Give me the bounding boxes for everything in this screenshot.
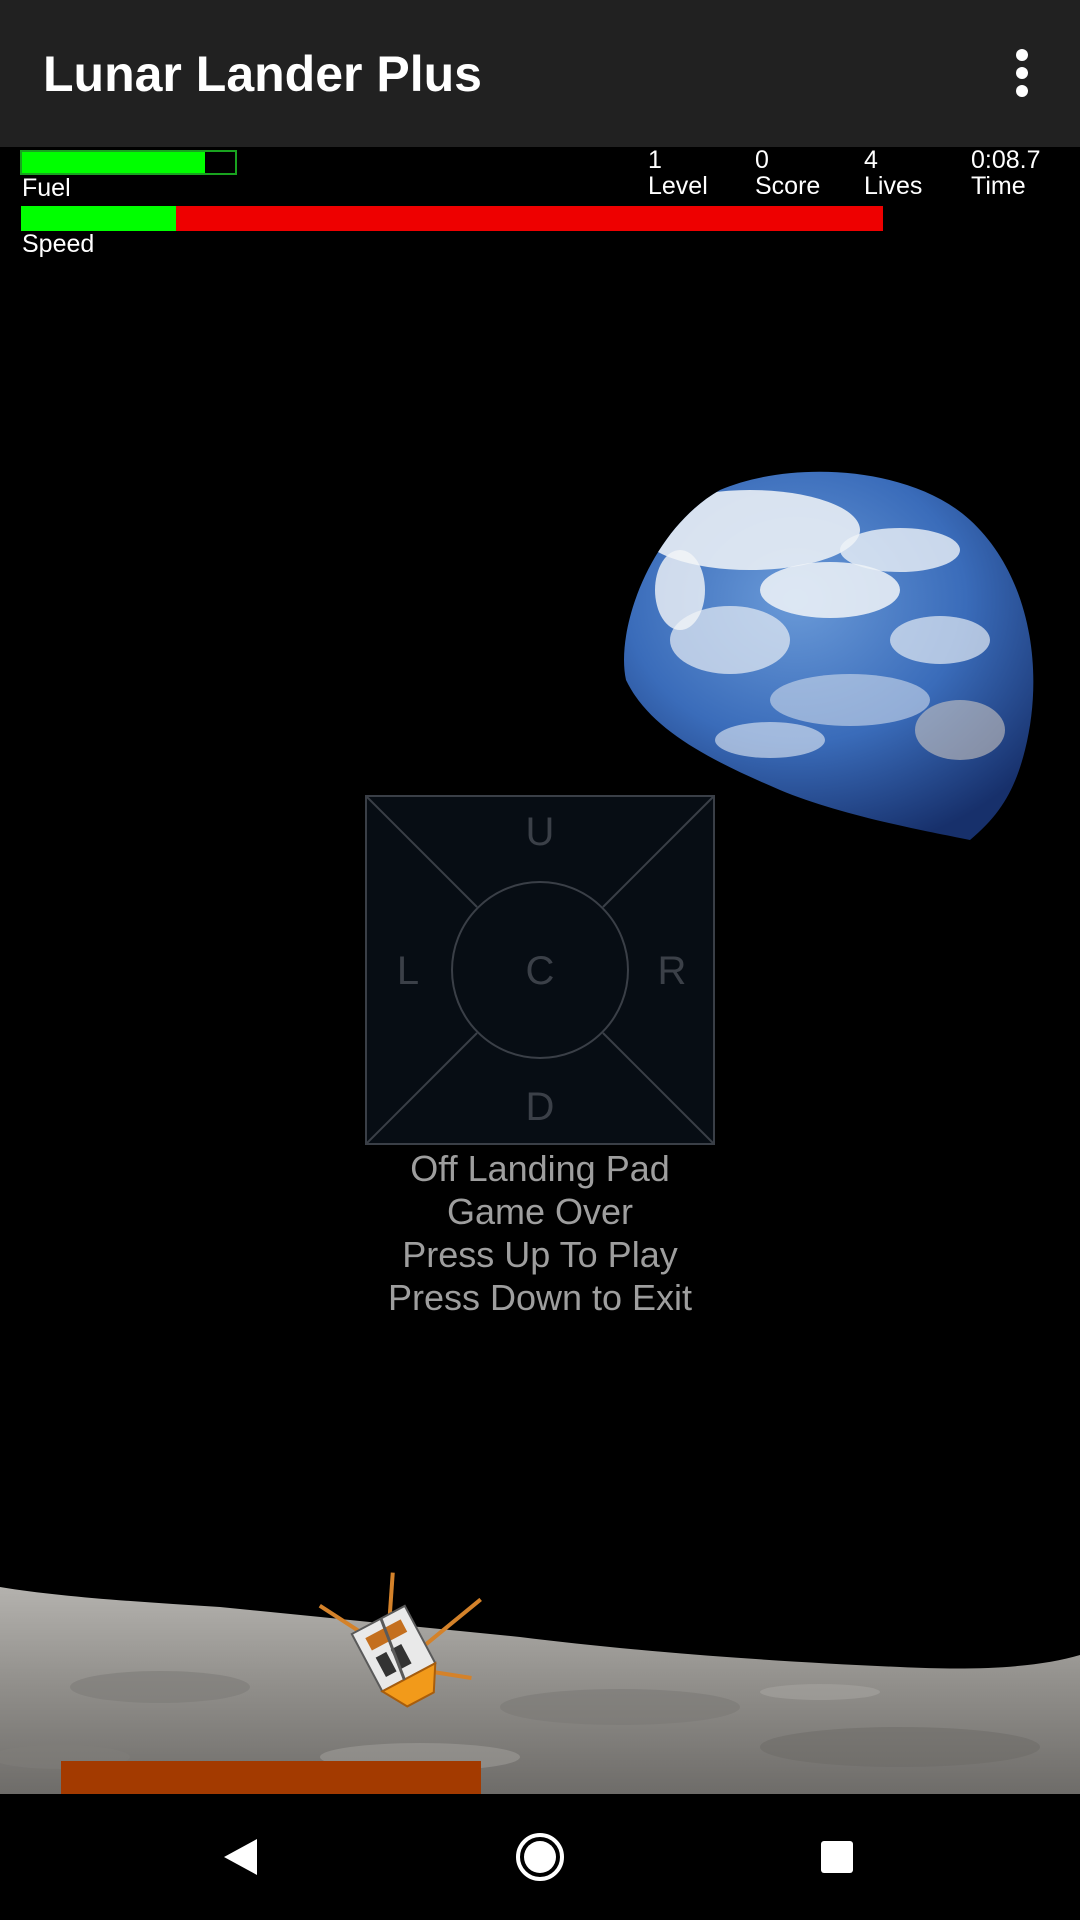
lunar-lander-screen: Lunar Lander Plus Fuel Speed 1 Level 0 S: [0, 0, 1080, 1920]
dpad-left-label: L: [397, 949, 419, 993]
stat-score-label: Score: [755, 172, 821, 200]
stat-time: 0:08.7 Time: [971, 147, 1041, 199]
stat-lives: 4 Lives: [864, 147, 922, 199]
recents-square-icon: [821, 1841, 853, 1873]
lander-sprite: [318, 1572, 482, 1708]
stat-level: 1 Level: [648, 147, 708, 199]
speed-gauge-fill: [21, 206, 177, 231]
game-messages: Off Landing Pad Game Over Press Up To Pl…: [340, 1147, 740, 1319]
message-play-hint: Press Up To Play: [402, 1234, 678, 1275]
fuel-gauge: [20, 150, 237, 175]
fuel-gauge-fill: [22, 152, 206, 173]
app-bar: Lunar Lander Plus: [0, 0, 1080, 147]
nav-recents-button[interactable]: [802, 1822, 872, 1892]
dpad-down-label: D: [526, 1085, 555, 1129]
fuel-label: Fuel: [22, 174, 71, 202]
moon-surface: [0, 1587, 1080, 1794]
app-title: Lunar Lander Plus: [43, 46, 482, 102]
message-game-over: Game Over: [446, 1191, 634, 1232]
nav-home-button[interactable]: [505, 1822, 575, 1892]
stat-score: 0 Score: [755, 147, 820, 199]
stat-time-value: 0:08.7: [971, 147, 1041, 174]
dpad-center-label: C: [526, 949, 555, 993]
dpad-right-label: R: [658, 949, 687, 993]
nav-back-button[interactable]: [207, 1822, 277, 1892]
speed-gauge: [21, 206, 883, 231]
back-triangle-icon: [224, 1839, 257, 1875]
speed-label: Speed: [22, 230, 95, 258]
stat-score-value: 0: [755, 147, 769, 174]
stat-lives-label: Lives: [864, 172, 923, 200]
earth-image: [624, 471, 1034, 840]
home-circle-icon: [516, 1833, 564, 1881]
message-status: Off Landing Pad: [410, 1148, 670, 1189]
game-canvas[interactable]: Fuel Speed 1 Level 0 Score 4 Lives 0:08.…: [0, 147, 1080, 1794]
landing-pad: [61, 1761, 481, 1794]
message-exit-hint: Press Down to Exit: [387, 1277, 693, 1318]
stat-time-label: Time: [971, 172, 1026, 200]
overflow-menu-button[interactable]: [1000, 40, 1044, 106]
stat-level-value: 1: [648, 147, 662, 174]
dpad-control[interactable]: U D L R C: [365, 795, 715, 1145]
stat-level-label: Level: [648, 172, 708, 200]
more-vert-icon: [1016, 49, 1028, 97]
system-nav-bar: [0, 1794, 1080, 1920]
dpad-up-label: U: [526, 810, 555, 854]
stat-lives-value: 4: [864, 147, 878, 174]
